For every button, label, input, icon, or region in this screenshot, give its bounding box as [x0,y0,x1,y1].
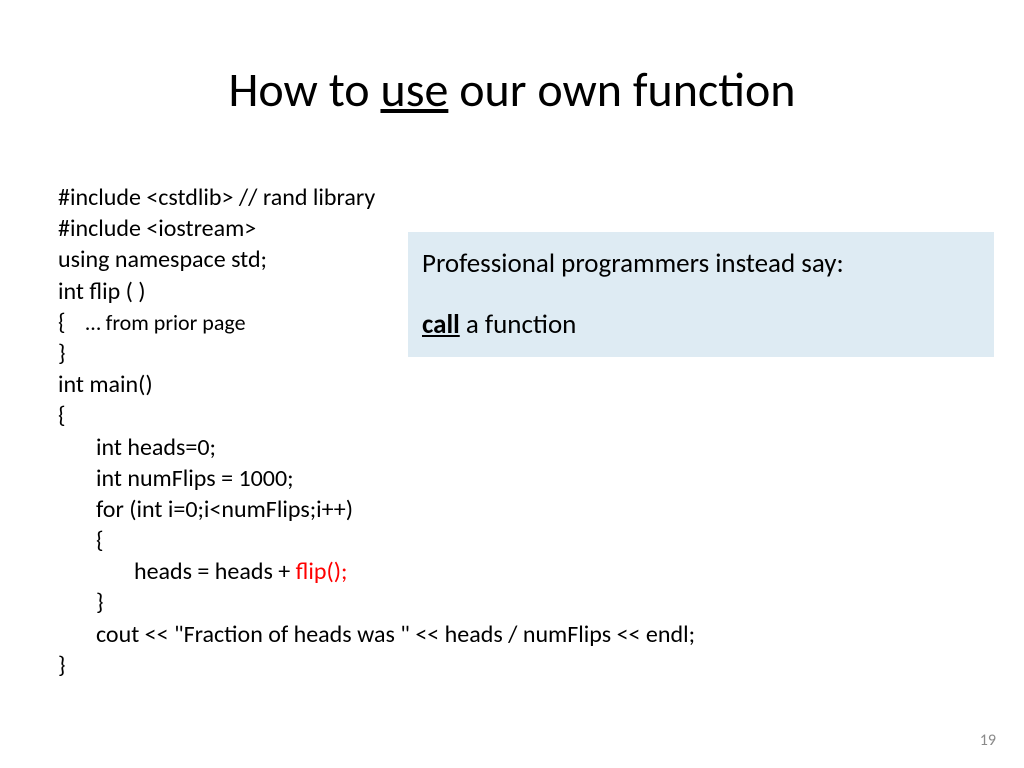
code-line-15: cout << "Fraction of heads was " << head… [58,620,695,649]
code-line-16: } [58,651,66,680]
code-line-5-brace: { [58,308,66,337]
code-line-13-call: flip(); [296,557,348,586]
code-line-12: { [58,526,104,555]
code-line-9: int heads=0; [58,433,216,462]
page-number: 19 [980,731,996,750]
code-line-3: using namespace std; [58,245,267,274]
callout-box: Professional programmers instead say: ca… [408,232,994,357]
code-line-10: int numFlips = 1000; [58,464,294,493]
callout-line-2: call a function [422,307,980,343]
code-line-14: } [58,588,104,617]
code-line-5-note: … from prior page [66,309,246,336]
code-line-6: } [58,339,66,368]
callout-strong: call [422,308,460,341]
code-line-4: int flip ( ) [58,277,146,306]
title-post: our own function [448,60,795,119]
title-pre: How to [229,60,381,119]
callout-spacer [422,282,980,306]
code-line-8: { [58,401,66,430]
code-line-11: for (int i=0;i<numFlips;i++) [58,495,353,524]
code-line-2: #include <iostream> [58,214,256,243]
slide-title: How to use our own function [0,60,1024,119]
code-line-13-pre: heads = heads + [58,557,296,586]
code-line-7: int main() [58,370,153,399]
callout-line-1: Professional programmers instead say: [422,246,980,282]
code-line-1: #include <cstdlib> // rand library [58,183,375,212]
slide: How to use our own function #include <cs… [0,0,1024,768]
callout-rest: a function [460,308,577,341]
title-underlined: use [380,60,448,119]
